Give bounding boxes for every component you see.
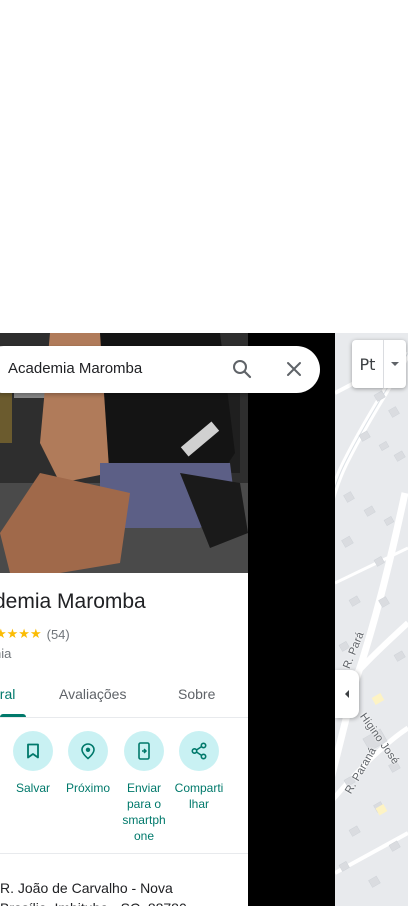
app-screen: R. Pará Higino José R. Paraná Pt ral Ava…	[0, 0, 408, 906]
share-label-line: Comparti	[174, 781, 224, 795]
collapse-arrow-icon	[345, 690, 349, 698]
map-view[interactable]: R. Pará Higino José R. Paraná	[335, 333, 408, 906]
place-tabs: eral Avaliações Sobre	[0, 673, 248, 718]
tab-reviews[interactable]: Avaliações	[59, 686, 126, 702]
nearby-icon	[81, 743, 95, 760]
section-divider	[0, 853, 248, 854]
collapse-panel-button[interactable]	[335, 670, 359, 718]
close-icon[interactable]	[282, 357, 306, 381]
send-label-line: Enviar	[126, 781, 161, 795]
save-label: Salvar	[15, 781, 50, 795]
layer-label-text: Pt	[359, 354, 376, 374]
share-button[interactable]: Comparti lhar	[171, 731, 227, 812]
search-icon[interactable]	[230, 357, 254, 381]
send-label-line: one	[133, 829, 155, 843]
rating-row[interactable]: ★★★★ (54)	[0, 626, 70, 642]
place-category[interactable]: nia	[0, 646, 11, 661]
rating-stars: ★★★★	[0, 626, 42, 641]
send-label: Enviar para o smartph one	[114, 780, 174, 844]
blank-area	[0, 0, 408, 333]
nearby-label: Próximo	[65, 781, 110, 795]
send-circle	[124, 731, 164, 771]
active-tab-indicator	[0, 714, 26, 717]
nearby-button[interactable]: Próximo	[60, 731, 116, 796]
bookmark-icon	[27, 743, 39, 759]
save-circle	[13, 731, 53, 771]
place-title: demia Maromba	[0, 590, 146, 613]
send-to-phone-button[interactable]: Enviar para o smartph one	[116, 731, 172, 844]
share-circle	[179, 731, 219, 771]
nearby-circle	[68, 731, 108, 771]
search-input[interactable]: Academia Maromba	[8, 360, 142, 377]
layers-dropdown-icon[interactable]	[384, 340, 406, 388]
share-label-line: lhar	[188, 797, 209, 811]
action-buttons: Salvar Próximo Enviar para o smartph one…	[0, 731, 248, 851]
tab-overview[interactable]: eral	[0, 686, 15, 702]
map-overlay-strip	[248, 333, 335, 906]
send-label-line: para o	[126, 797, 162, 811]
search-box[interactable]: Academia Maromba	[0, 346, 320, 393]
layer-label: Pt	[352, 340, 384, 388]
map-tiles	[335, 333, 408, 906]
save-button[interactable]: Salvar	[5, 731, 61, 796]
place-address[interactable]: R. João de Carvalho - Nova Brasília, Imb…	[0, 878, 190, 906]
send-label-line: smartph	[122, 813, 166, 827]
map-layers-button[interactable]: Pt	[352, 340, 406, 388]
rating-count[interactable]: (54)	[47, 627, 70, 642]
share-label: Comparti lhar	[169, 780, 229, 812]
tab-about[interactable]: Sobre	[178, 686, 215, 702]
send-to-phone-icon	[138, 742, 150, 760]
share-icon	[191, 742, 207, 760]
